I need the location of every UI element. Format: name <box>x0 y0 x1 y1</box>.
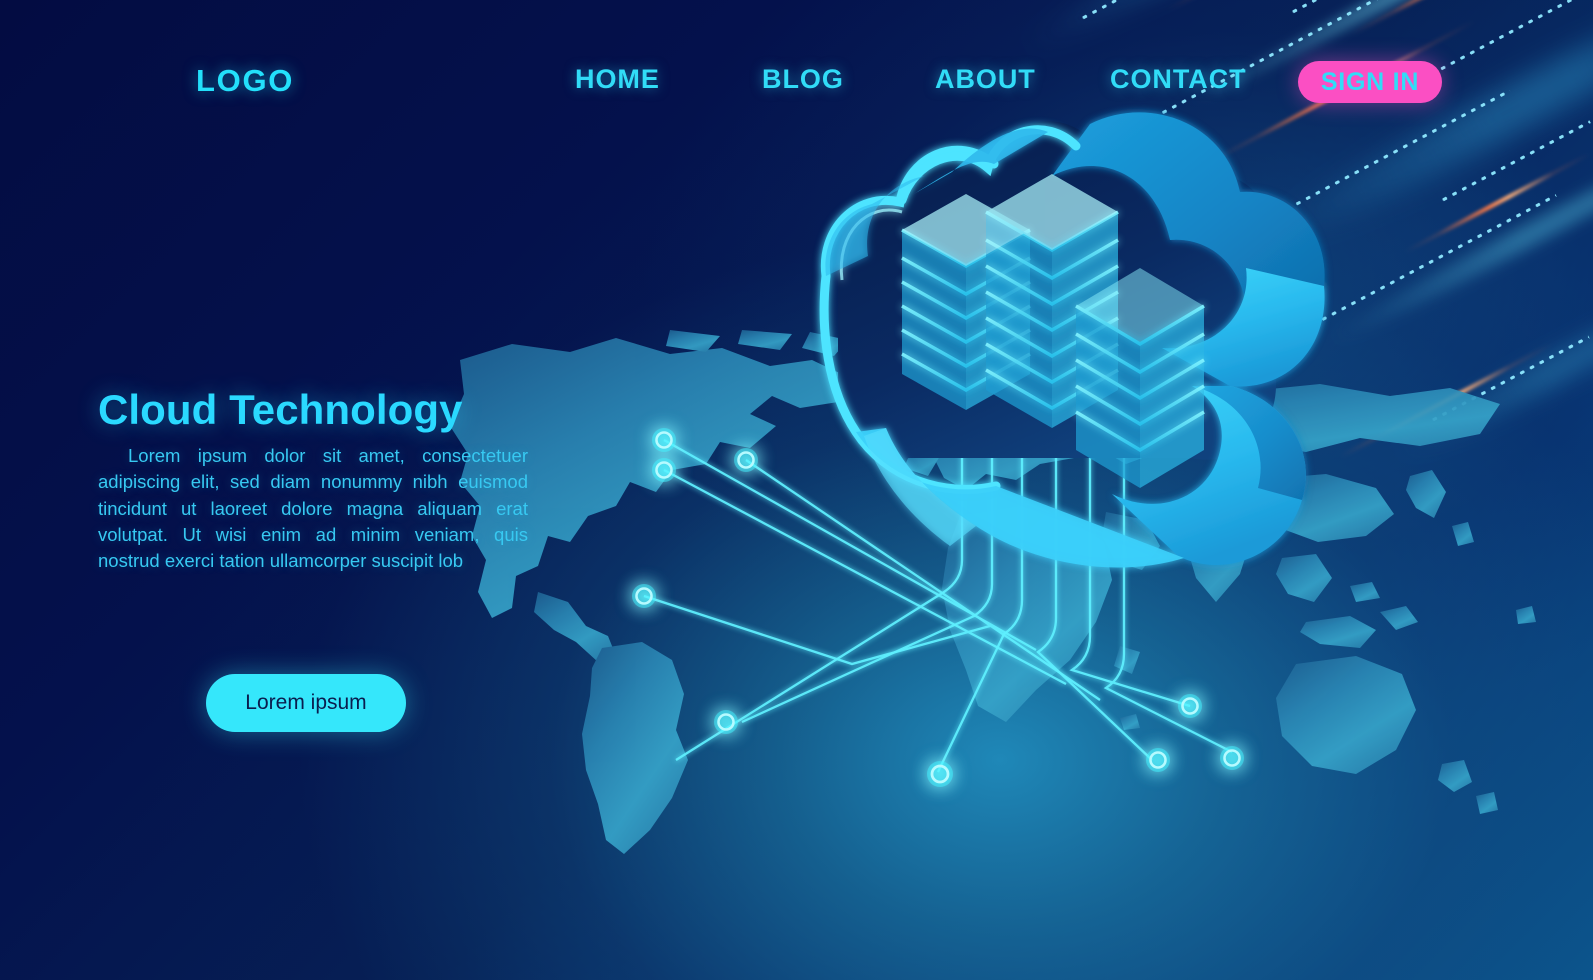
sign-in-button[interactable]: SIGN IN <box>1298 61 1442 103</box>
cta-button[interactable]: Lorem ipsum <box>206 674 406 732</box>
nav-item-contact[interactable]: CONTACT <box>1110 64 1247 95</box>
orange-spark-3 <box>1404 151 1592 254</box>
sign-in-label: SIGN IN <box>1320 67 1420 96</box>
dotted-line-7 <box>1429 335 1590 423</box>
hero-description: Lorem ipsum dolor sit amet, consectetuer… <box>98 445 528 572</box>
logo[interactable]: LOGO <box>196 63 294 99</box>
hero-text-block: Cloud Technology Lorem ipsum dolor sit a… <box>98 386 528 574</box>
light-beam-5 <box>1387 263 1593 469</box>
page-title: Cloud Technology <box>98 386 463 433</box>
nav-item-blog[interactable]: BLOG <box>762 64 844 95</box>
light-beam-4 <box>1324 105 1593 351</box>
orange-spark-5 <box>1339 342 1553 459</box>
top-navigation: LOGO HOME BLOG ABOUT CONTACT SIGN IN <box>0 0 1593 135</box>
nav-item-about[interactable]: ABOUT <box>935 64 1036 95</box>
cta-label: Lorem ipsum <box>245 691 367 714</box>
landing-page: LOGO HOME BLOG ABOUT CONTACT SIGN IN Cloud … <box>0 0 1593 980</box>
cloud-illustration <box>790 80 1350 600</box>
nav-item-home[interactable]: HOME <box>575 64 660 95</box>
